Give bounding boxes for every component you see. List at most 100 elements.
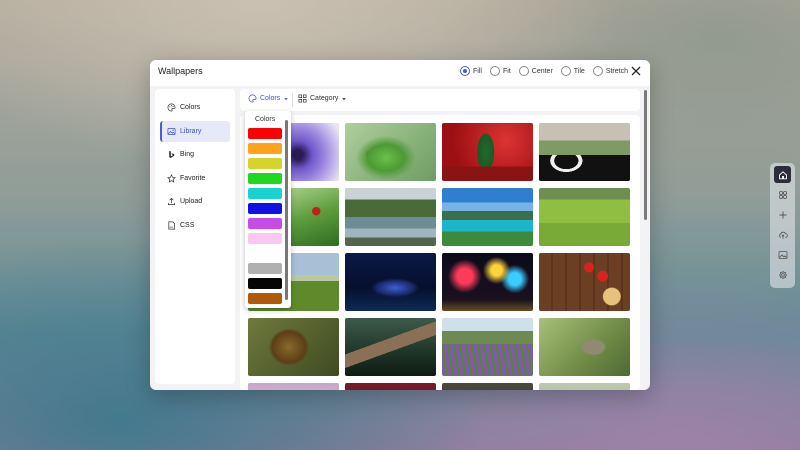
sidebar-item-favorite[interactable]: Favorite xyxy=(160,168,230,189)
title-bar: Wallpapers Fill Fit Center Tile Stretch xyxy=(150,60,650,86)
dropdown-scrollbar[interactable] xyxy=(285,114,288,304)
wallpaper-thumbnail[interactable] xyxy=(442,383,533,390)
wallpaper-thumbnail[interactable] xyxy=(345,123,436,181)
sidebar-item-css[interactable]: css CSS xyxy=(160,215,230,236)
colors-filter-label: Colors xyxy=(260,95,281,102)
wallpaper-thumbnail[interactable] xyxy=(345,253,436,311)
wallpaper-thumbnail[interactable] xyxy=(442,123,533,181)
palette-icon xyxy=(248,94,257,103)
fit-option-label: Center xyxy=(531,67,553,75)
category-filter-button[interactable]: Category xyxy=(298,94,347,103)
sidebar-item-label: Library xyxy=(180,127,202,135)
image-icon xyxy=(167,127,176,135)
fit-option-label: Tile xyxy=(573,67,585,75)
wallpaper-thumbnail[interactable] xyxy=(442,188,533,246)
caret-down-icon xyxy=(342,97,347,100)
radio-tile[interactable] xyxy=(560,66,571,76)
radio-center[interactable] xyxy=(518,66,529,76)
toolbar: Colors Category xyxy=(240,89,640,111)
radio-stretch[interactable] xyxy=(592,66,603,76)
color-swatch[interactable] xyxy=(248,218,282,229)
sidebar-item-library[interactable]: Library xyxy=(160,120,230,142)
palette-icon xyxy=(167,103,176,112)
scrollbar-thumb[interactable] xyxy=(285,120,288,300)
rail-wallpaper-button[interactable] xyxy=(774,246,791,263)
color-swatch[interactable] xyxy=(248,263,282,274)
wallpapers-window: Wallpapers Fill Fit Center Tile Stretch … xyxy=(150,60,650,390)
color-swatch[interactable] xyxy=(248,143,282,154)
fit-option-center[interactable]: Center xyxy=(518,66,553,76)
fit-option-label: Stretch xyxy=(605,67,628,75)
plus-icon xyxy=(779,211,786,218)
wallpaper-grid xyxy=(248,123,632,390)
apps-icon xyxy=(778,190,787,199)
color-swatch[interactable] xyxy=(248,188,282,199)
colors-filter-button[interactable]: Colors xyxy=(248,94,289,103)
sidebar-item-colors[interactable]: Colors xyxy=(160,97,230,118)
color-swatch[interactable] xyxy=(248,293,282,304)
rail-home-button[interactable] xyxy=(774,166,791,183)
sidebar-item-label: Favorite xyxy=(180,174,206,182)
svg-text:css: css xyxy=(169,225,174,228)
fit-option-tile[interactable]: Tile xyxy=(560,66,585,76)
gallery-scrollbar[interactable] xyxy=(644,86,648,386)
rail-cloud-upload-button[interactable] xyxy=(774,226,791,243)
bing-icon xyxy=(169,150,175,159)
rail-settings-button[interactable] xyxy=(774,266,791,283)
gear-icon xyxy=(778,270,787,279)
radio-fill[interactable] xyxy=(460,66,471,76)
fit-option-label: Fit xyxy=(502,67,511,75)
color-swatch[interactable] xyxy=(248,248,282,259)
color-swatch[interactable] xyxy=(248,278,282,289)
radio-fit[interactable] xyxy=(489,66,500,76)
fit-option-fill[interactable]: Fill xyxy=(460,66,482,76)
upload-icon xyxy=(167,197,176,206)
wallpaper-thumbnail[interactable] xyxy=(345,318,436,376)
sidebar: Colors Library Bing Favorite Upload css … xyxy=(155,89,235,384)
wallpaper-thumbnail[interactable] xyxy=(248,383,339,390)
cloud-upload-icon xyxy=(778,231,788,239)
color-swatch[interactable] xyxy=(248,173,282,184)
rail-apps-button[interactable] xyxy=(774,186,791,203)
image-icon xyxy=(778,250,787,259)
wallpaper-thumbnail[interactable] xyxy=(539,188,630,246)
star-icon xyxy=(167,173,176,183)
css-file-icon: css xyxy=(168,221,176,229)
color-swatch[interactable] xyxy=(248,203,282,214)
category-filter-label: Category xyxy=(310,95,339,102)
color-swatch[interactable] xyxy=(248,128,282,139)
fit-option-fit[interactable]: Fit xyxy=(489,66,511,76)
sidebar-item-label: Upload xyxy=(180,198,203,205)
window-title: Wallpapers xyxy=(158,66,203,76)
wallpaper-thumbnail[interactable] xyxy=(539,123,630,181)
wallpaper-thumbnail[interactable] xyxy=(248,318,339,376)
side-rail xyxy=(770,163,795,288)
color-swatch[interactable] xyxy=(248,233,282,244)
wallpaper-thumbnail[interactable] xyxy=(345,383,436,390)
wallpaper-gallery xyxy=(240,115,640,390)
wallpaper-thumbnail[interactable] xyxy=(539,318,630,376)
toolbar-divider xyxy=(292,93,293,107)
sidebar-item-label: Bing xyxy=(180,151,195,158)
fit-options: Fill Fit Center Tile Stretch xyxy=(460,66,628,76)
sidebar-item-upload[interactable]: Upload xyxy=(160,191,230,212)
sidebar-item-bing[interactable]: Bing xyxy=(160,144,230,165)
colors-dropdown: Colors xyxy=(245,111,291,308)
fit-option-label: Fill xyxy=(473,67,482,75)
fit-option-stretch[interactable]: Stretch xyxy=(592,66,628,76)
wallpaper-thumbnail[interactable] xyxy=(539,253,630,311)
wallpaper-thumbnail[interactable] xyxy=(345,188,436,246)
close-icon[interactable] xyxy=(630,65,642,77)
grid-icon xyxy=(298,94,307,103)
wallpaper-thumbnail[interactable] xyxy=(442,318,533,376)
scrollbar-thumb[interactable] xyxy=(644,90,647,220)
home-icon xyxy=(778,170,787,179)
caret-down-icon xyxy=(284,97,289,100)
rail-add-button[interactable] xyxy=(774,206,791,223)
sidebar-item-label: CSS xyxy=(180,221,195,229)
dropdown-label: Colors xyxy=(255,116,276,123)
wallpaper-thumbnail[interactable] xyxy=(539,383,630,390)
color-swatch[interactable] xyxy=(248,158,282,169)
sidebar-item-label: Colors xyxy=(180,104,201,111)
wallpaper-thumbnail[interactable] xyxy=(442,253,533,311)
